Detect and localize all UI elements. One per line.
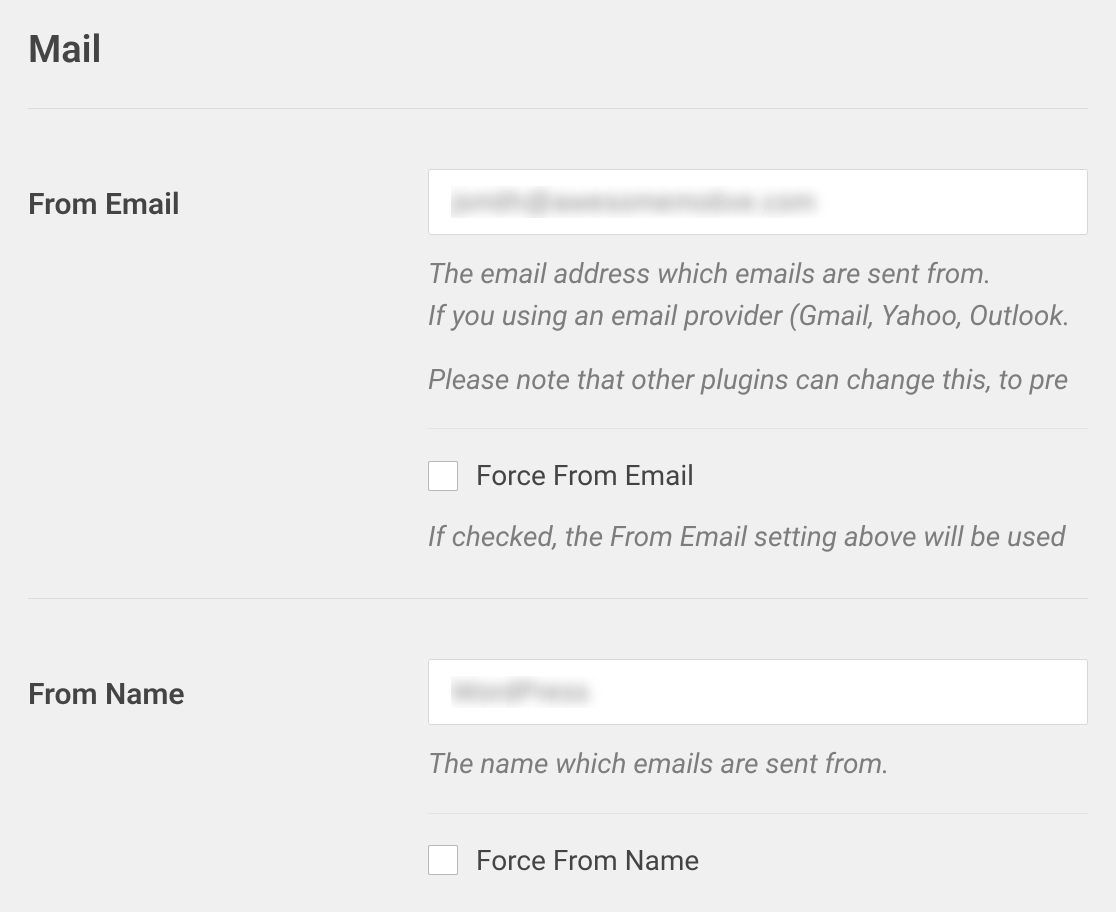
from-email-desc-2: If you using an email provider (Gmail, Y… [428, 297, 1088, 335]
from-name-row: From Name The name which emails are sent… [28, 599, 1088, 877]
from-name-label: From Name [28, 659, 428, 712]
force-from-email-wrap: Force From Email [428, 459, 1088, 492]
from-name-control: The name which emails are sent from. For… [428, 659, 1088, 877]
force-from-email-checkbox[interactable] [428, 461, 458, 491]
from-email-desc-1: The email address which emails are sent … [428, 255, 1088, 293]
section-title: Mail [28, 0, 1088, 108]
force-from-email-desc: If checked, the From Email setting above… [428, 518, 1088, 556]
force-from-name-label[interactable]: Force From Name [476, 844, 699, 877]
from-name-desc-1: The name which emails are sent from. [428, 745, 1088, 783]
force-from-email-label[interactable]: Force From Email [476, 459, 694, 492]
from-email-desc-3: Please note that other plugins can chang… [428, 361, 1088, 399]
from-email-input[interactable] [428, 169, 1088, 235]
from-email-row: From Email The email address which email… [28, 109, 1088, 556]
from-name-input[interactable] [428, 659, 1088, 725]
from-email-control: The email address which emails are sent … [428, 169, 1088, 556]
from-name-sub-divider [428, 813, 1088, 814]
force-from-name-checkbox[interactable] [428, 845, 458, 875]
force-from-name-wrap: Force From Name [428, 844, 1088, 877]
from-email-label: From Email [28, 169, 428, 222]
from-email-sub-divider [428, 428, 1088, 429]
